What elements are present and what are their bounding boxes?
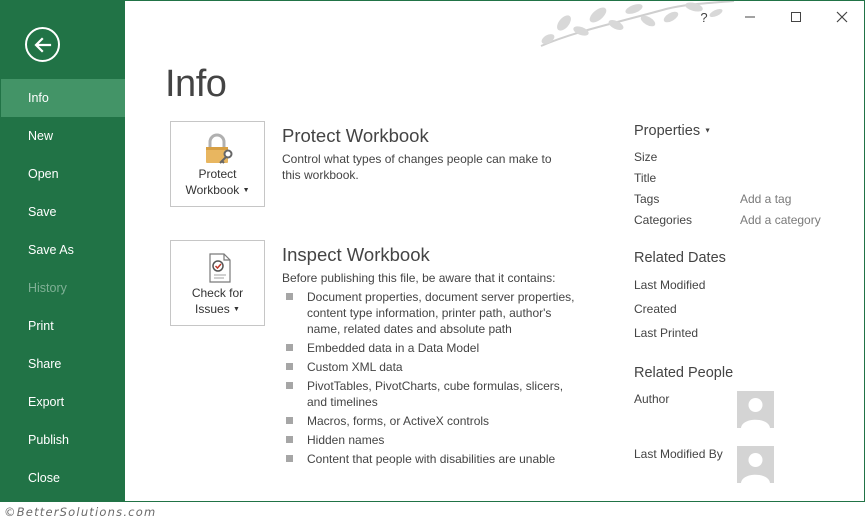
sidebar-item-new[interactable]: New xyxy=(1,117,125,155)
sidebar-item-save[interactable]: Save xyxy=(1,193,125,231)
bullet-icon xyxy=(286,436,293,443)
minimize-icon xyxy=(745,16,755,18)
title-label: Title xyxy=(634,171,657,185)
check-for-issues-label: Check for Issues ▼ xyxy=(191,286,244,316)
sidebar-item-share[interactable]: Share xyxy=(1,345,125,383)
close-window-button[interactable] xyxy=(830,7,854,27)
maximize-icon xyxy=(791,12,801,22)
dropdown-caret-icon: ▼ xyxy=(704,127,712,135)
protect-workbook-button[interactable]: Protect Workbook ▼ xyxy=(170,121,265,207)
protect-workbook-label: Protect Workbook ▼ xyxy=(185,167,250,197)
inspect-document-icon xyxy=(209,253,231,283)
arrow-left-icon xyxy=(33,36,51,53)
list-item: Hidden names xyxy=(286,432,576,448)
related-people-title: Related People xyxy=(634,365,734,381)
page-title: Info xyxy=(165,63,227,105)
back-button[interactable] xyxy=(25,27,60,62)
bullet-icon xyxy=(286,417,293,424)
bullet-icon xyxy=(286,363,293,370)
list-item: Macros, forms, or ActiveX controls xyxy=(286,413,576,429)
last-printed-label: Last Printed xyxy=(634,326,699,340)
close-icon xyxy=(836,11,848,23)
list-item: PivotTables, PivotCharts, cube formulas,… xyxy=(286,378,576,410)
person-icon xyxy=(741,398,770,428)
sidebar-item-close[interactable]: Close xyxy=(1,459,125,497)
list-item: Content that people with disabilities ar… xyxy=(286,451,576,467)
protect-workbook-description: Control what types of changes people can… xyxy=(282,152,552,182)
check-for-issues-button[interactable]: Check for Issues ▼ xyxy=(170,240,265,326)
dropdown-caret-icon: ▼ xyxy=(242,186,250,194)
inspect-findings-list: Document properties, document server pro… xyxy=(286,289,576,470)
sidebar-item-info[interactable]: Info xyxy=(1,79,125,117)
bullet-icon xyxy=(286,455,293,462)
categories-field[interactable]: Add a category xyxy=(740,213,821,227)
protect-workbook-title: Protect Workbook xyxy=(282,125,429,146)
sidebar-item-history: History xyxy=(28,281,67,295)
bullet-icon xyxy=(286,344,293,351)
properties-dropdown[interactable]: Properties ▼ xyxy=(634,123,711,139)
help-button[interactable]: ? xyxy=(692,7,716,27)
author-label: Author xyxy=(634,392,670,406)
lock-key-icon xyxy=(206,133,233,164)
dropdown-caret-icon: ▼ xyxy=(233,305,240,313)
size-label: Size xyxy=(634,150,658,164)
last-modified-by-avatar[interactable] xyxy=(737,446,774,483)
minimize-button[interactable] xyxy=(738,7,762,27)
sidebar-item-save-as[interactable]: Save As xyxy=(1,231,125,269)
sidebar-item-print[interactable]: Print xyxy=(1,307,125,345)
author-avatar[interactable] xyxy=(737,391,774,428)
backstage-sidebar: Info New Open Save Save As History Print… xyxy=(1,1,125,501)
last-modified-by-label: Last Modified By xyxy=(634,447,723,461)
list-item: Document properties, document server pro… xyxy=(286,289,576,337)
last-modified-label: Last Modified xyxy=(634,278,706,292)
categories-label: Categories xyxy=(634,213,693,227)
list-item: Embedded data in a Data Model xyxy=(286,340,576,356)
watermark: ©BetterSolutions.com xyxy=(4,505,157,519)
bullet-icon xyxy=(286,293,293,300)
sidebar-item-open[interactable]: Open xyxy=(1,155,125,193)
backstage-window: Info New Open Save Save As History Print… xyxy=(0,0,865,502)
related-dates-title: Related Dates xyxy=(634,250,726,266)
sidebar-item-export[interactable]: Export xyxy=(1,383,125,421)
list-item: Custom XML data xyxy=(286,359,576,375)
inspect-workbook-description: Before publishing this file, be aware th… xyxy=(282,271,556,285)
maximize-button[interactable] xyxy=(784,7,808,27)
tags-label: Tags xyxy=(634,192,660,206)
sidebar-item-publish[interactable]: Publish xyxy=(1,421,125,459)
bullet-icon xyxy=(286,382,293,389)
tags-field[interactable]: Add a tag xyxy=(740,192,791,206)
created-label: Created xyxy=(634,302,677,316)
person-icon xyxy=(741,453,770,483)
inspect-workbook-title: Inspect Workbook xyxy=(282,244,430,265)
